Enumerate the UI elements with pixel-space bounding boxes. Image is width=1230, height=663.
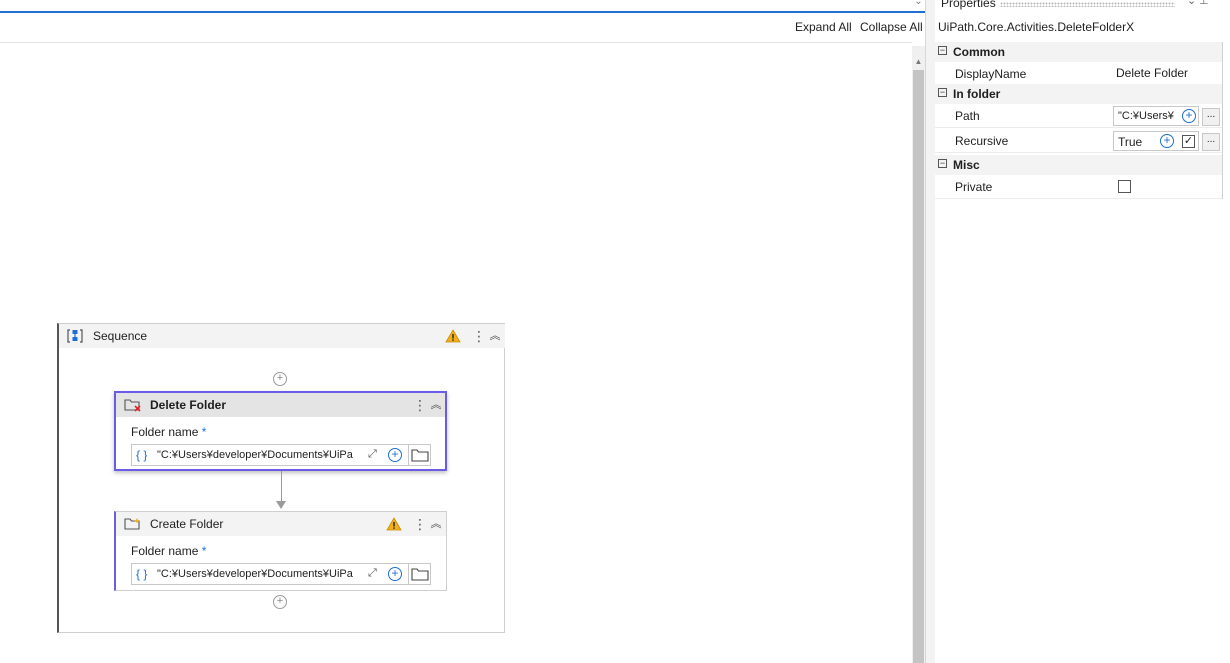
designer-tab-underline	[0, 11, 925, 13]
folder-name-input[interactable]: { } "C:¥Users¥developer¥Documents¥UiPa ⤢…	[131, 444, 431, 466]
collapse-chevron-icon[interactable]: ︽	[489, 330, 501, 344]
flow-connector	[281, 471, 282, 503]
ellipsis-button[interactable]: ...	[1202, 108, 1220, 126]
property-row-displayname[interactable]: DisplayName Delete Folder	[935, 62, 1222, 86]
flow-arrow-icon	[276, 501, 286, 509]
create-folder-icon	[124, 518, 140, 530]
browse-folder-icon[interactable]	[408, 564, 431, 584]
activity-title: Delete Folder	[150, 398, 227, 412]
path-input[interactable]: "C:¥Users¥ +	[1113, 106, 1199, 126]
folder-name-value[interactable]: "C:¥Users¥developer¥Documents¥UiPa	[157, 568, 362, 580]
private-checkbox[interactable]	[1118, 180, 1131, 193]
category-label: Misc	[953, 158, 980, 172]
plus-icon[interactable]: +	[1182, 109, 1196, 123]
warning-icon[interactable]	[386, 517, 402, 531]
category-label: Common	[953, 45, 1005, 59]
expand-all-button[interactable]: Expand All	[795, 20, 852, 34]
property-row-recursive[interactable]: Recursive True + ✓ ...	[935, 129, 1222, 153]
workflow-designer[interactable]: ⌄ Expand All Collapse All ▲ Sequence ⋮ ︽…	[0, 0, 925, 663]
collapse-chevron-icon[interactable]: ︽	[430, 399, 442, 413]
activity-header[interactable]: Delete Folder ⋮ ︽	[116, 393, 445, 417]
ellipsis-button[interactable]: ...	[1202, 133, 1220, 151]
sequence-header[interactable]: Sequence ⋮ ︽	[59, 324, 505, 348]
expression-braces-icon: { }	[136, 448, 148, 462]
browse-folder-icon[interactable]	[408, 445, 431, 465]
delete-folder-icon	[124, 399, 141, 412]
collapse-chevron-icon[interactable]: ︽	[430, 518, 442, 532]
property-name: Private	[955, 180, 993, 194]
add-activity-icon[interactable]: +	[273, 372, 287, 386]
more-options-icon[interactable]: ⋮	[413, 398, 427, 414]
panel-grip[interactable]	[1000, 2, 1175, 7]
add-activity-icon[interactable]: +	[273, 595, 287, 609]
property-row-path[interactable]: Path "C:¥Users¥ + ...	[935, 104, 1222, 128]
category-common[interactable]: − Common	[935, 42, 1222, 62]
scroll-up-icon[interactable]: ▲	[912, 58, 925, 66]
property-name: Recursive	[955, 134, 1009, 148]
delete-folder-activity[interactable]: Delete Folder ⋮ ︽ Folder name * { } "C:¥…	[114, 391, 447, 471]
activity-title: Create Folder	[150, 517, 224, 531]
recursive-value[interactable]: True	[1118, 135, 1142, 149]
scrollbar-thumb[interactable]	[913, 70, 924, 663]
plus-icon[interactable]: +	[388, 448, 402, 462]
collapse-all-button[interactable]: Collapse All	[860, 20, 923, 34]
displayname-value[interactable]: Delete Folder	[1116, 66, 1188, 80]
activity-header[interactable]: Create Folder ⋮ ︽	[116, 512, 446, 536]
chevron-down-icon[interactable]: ⌄	[1187, 0, 1196, 7]
category-in-folder[interactable]: − In folder	[935, 84, 1222, 104]
warning-icon[interactable]	[445, 329, 461, 343]
create-folder-activity[interactable]: Create Folder ⋮ ︽ Folder name * { } "C:¥…	[114, 511, 447, 591]
category-misc[interactable]: − Misc	[935, 155, 1222, 175]
folder-name-label: Folder name *	[131, 425, 207, 439]
folder-name-value[interactable]: "C:¥Users¥developer¥Documents¥UiPa	[157, 449, 362, 461]
sequence-title: Sequence	[93, 329, 148, 343]
properties-panel: Properties ⌄ ⊥ UiPath.Core.Activities.De…	[935, 0, 1230, 663]
collapse-box-icon[interactable]: −	[938, 88, 947, 97]
plus-icon[interactable]: +	[388, 567, 402, 581]
recursive-checkbox[interactable]: ✓	[1182, 135, 1195, 148]
expand-editor-icon[interactable]: ⤢	[368, 448, 377, 461]
toolbar-divider	[0, 42, 912, 43]
folder-name-input[interactable]: { } "C:¥Users¥developer¥Documents¥UiPa ⤢…	[131, 563, 431, 585]
plus-icon[interactable]: +	[1160, 134, 1174, 148]
pin-icon[interactable]: ⊥	[1199, 0, 1209, 7]
collapse-box-icon[interactable]: −	[938, 159, 947, 168]
property-row-private[interactable]: Private	[935, 175, 1222, 199]
more-options-icon[interactable]: ⋮	[413, 517, 427, 533]
panel-splitter[interactable]	[925, 0, 935, 663]
more-options-icon[interactable]: ⋮	[472, 329, 486, 345]
property-name: Path	[955, 109, 980, 123]
property-name: DisplayName	[955, 67, 1027, 81]
grid-border	[1222, 42, 1223, 199]
folder-name-label: Folder name *	[131, 544, 207, 558]
recursive-input[interactable]: True + ✓	[1113, 131, 1199, 151]
collapse-box-icon[interactable]: −	[938, 46, 947, 55]
expand-editor-icon[interactable]: ⤢	[368, 567, 377, 580]
path-value[interactable]: "C:¥Users¥	[1118, 110, 1178, 122]
activity-type-name: UiPath.Core.Activities.DeleteFolderX	[938, 20, 1135, 34]
expression-braces-icon: { }	[136, 567, 148, 581]
sequence-icon	[67, 329, 83, 343]
properties-title: Properties	[941, 0, 996, 10]
chevron-down-icon[interactable]: ⌄	[912, 0, 925, 7]
category-label: In folder	[953, 87, 1001, 101]
